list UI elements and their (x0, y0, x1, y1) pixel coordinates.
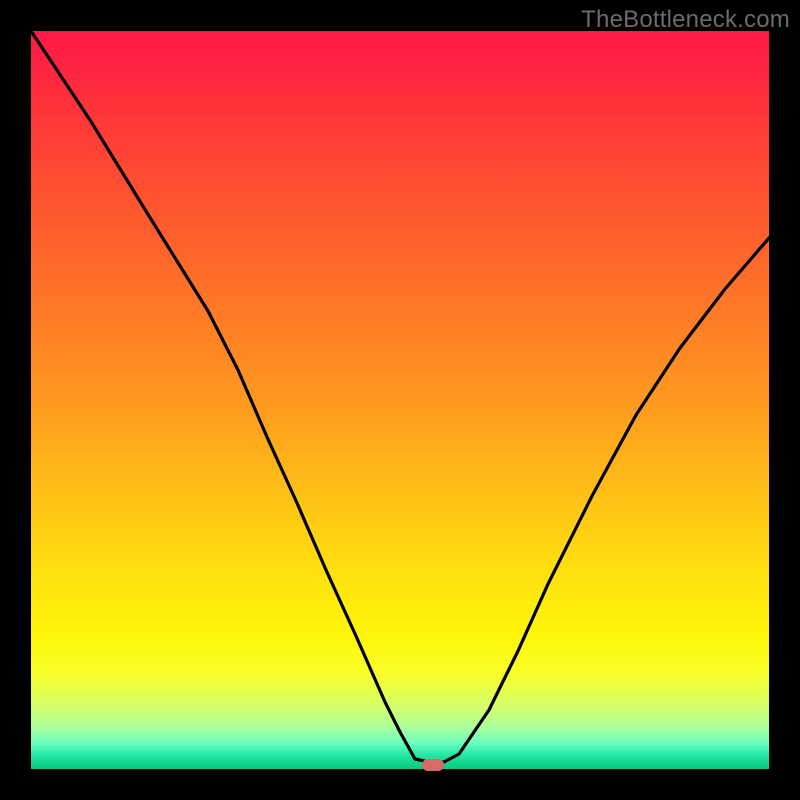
watermark-label: TheBottleneck.com (581, 6, 790, 34)
gradient-plot-area (31, 31, 769, 769)
optimal-point-marker (422, 759, 444, 771)
bottleneck-curve (31, 31, 769, 769)
chart-frame: TheBottleneck.com (0, 0, 800, 800)
